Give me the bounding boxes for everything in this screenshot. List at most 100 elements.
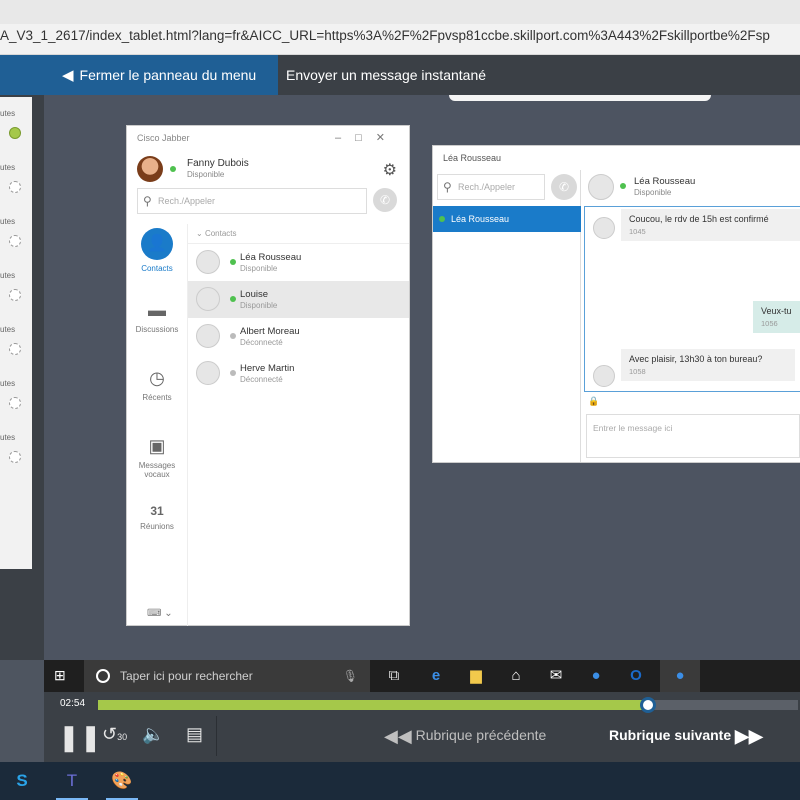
menu-panel-list: utes utes utes utes utes utes utes	[0, 97, 32, 569]
os-taskbar: S T 🎨	[0, 762, 800, 800]
tab-meetings[interactable]: 31 Réunions	[127, 504, 187, 531]
keyboard-icon[interactable]: ⌨ ⌄	[147, 608, 173, 619]
task-view-icon[interactable]: ⧉	[374, 660, 414, 692]
user-profile[interactable]: Fanny Dubois Disponible ⚙	[127, 150, 409, 184]
playback-time: 02:54	[60, 698, 86, 709]
presence-offline-icon	[230, 370, 236, 376]
tab-contacts[interactable]: 👤 Contacts	[127, 228, 187, 273]
close-menu-panel-button[interactable]: ◀ Fermer le panneau du menu	[0, 55, 278, 95]
tab-voicemail[interactable]: ▣ Messages vocaux	[127, 436, 187, 479]
menu-item[interactable]: utes	[0, 313, 32, 367]
chat-window-title: Léa Rousseau	[443, 153, 502, 163]
chat-icon: ▬	[148, 300, 166, 320]
jabber-titlebar: Cisco Jabber –□✕	[127, 126, 409, 150]
windows-taskbar: ⊞ Taper ici pour rechercher 🎙 ⧉ e ▆ ⌂ ✉ …	[44, 660, 800, 692]
jabber-window-title: Cisco Jabber	[137, 133, 190, 143]
jabber-active-icon[interactable]: ●	[660, 660, 700, 692]
skype-icon[interactable]: S	[2, 766, 42, 796]
chat-header: Léa Rousseau Disponible	[582, 170, 800, 204]
menu-item[interactable]: utes	[0, 259, 32, 313]
menu-item-label: utes	[0, 379, 16, 388]
menu-item-label: utes	[0, 433, 16, 442]
double-chevron-right-icon: ▶▶	[735, 726, 763, 746]
menu-item[interactable]: utes	[0, 151, 32, 205]
phone-icon[interactable]: ✆	[551, 174, 577, 200]
list-item[interactable]: Léa Rousseau Disponible	[188, 244, 409, 281]
conversation-name: Léa Rousseau	[451, 214, 510, 224]
player-controls: 02:54 ❚❚ ↺30 🔈 ▤ ◀◀ Rubrique précédente …	[44, 692, 800, 762]
menu-item[interactable]: utes	[0, 367, 32, 421]
replay-30-button[interactable]: ↺30	[102, 724, 127, 745]
conversation-list: ⚲ Rech./Appeler ✆ Léa Rousseau	[433, 170, 581, 462]
list-item[interactable]: Louise Disponible	[188, 281, 409, 318]
incomplete-status-icon	[9, 235, 21, 247]
list-item[interactable]: Albert Moreau Déconnecté	[188, 318, 409, 355]
gear-icon[interactable]: ⚙	[383, 160, 397, 180]
list-item[interactable]: Herve Martin Déconnecté	[188, 355, 409, 392]
outlook-icon[interactable]: O	[616, 660, 656, 692]
file-explorer-icon[interactable]: ▆	[456, 660, 496, 692]
phone-icon[interactable]: ✆	[373, 188, 397, 212]
incomplete-status-icon	[9, 451, 21, 463]
pause-icon[interactable]: ❚❚	[58, 722, 102, 753]
mail-icon[interactable]: ✉	[536, 660, 576, 692]
progress-handle[interactable]	[639, 697, 656, 713]
windows-start-icon[interactable]: ⊞	[54, 667, 66, 684]
presence-offline-icon	[230, 333, 236, 339]
message-input[interactable]: Entrer le message ici	[586, 414, 800, 458]
jabber-icon[interactable]: ●	[576, 660, 616, 692]
store-icon[interactable]: ⌂	[496, 660, 536, 692]
avatar	[196, 287, 220, 311]
search-call-input[interactable]: ⚲ Rech./Appeler	[137, 188, 367, 214]
previous-topic-label: Rubrique précédente	[415, 727, 547, 744]
course-header: ◀ Fermer le panneau du menu Envoyer un m…	[0, 55, 800, 95]
tab-label: Réunions	[140, 522, 174, 531]
message-time: 1045	[629, 227, 646, 236]
contacts-group-header[interactable]: ⌄ Contacts	[188, 224, 409, 244]
contact-name: Léa Rousseau	[240, 252, 302, 263]
voicemail-icon: ▣	[148, 436, 166, 456]
edge-icon[interactable]: e	[416, 660, 456, 692]
progress-bar[interactable]	[98, 697, 798, 713]
presence-available-icon	[230, 259, 236, 265]
microphone-icon[interactable]: 🎙	[343, 660, 358, 692]
paint-icon[interactable]: 🎨	[102, 766, 142, 800]
conversation-item[interactable]: Léa Rousseau	[433, 206, 581, 232]
avatar[interactable]	[588, 174, 614, 200]
completed-status-icon	[9, 127, 21, 139]
taskbar-search-input[interactable]: Taper ici pour rechercher 🎙	[84, 660, 370, 692]
volume-icon[interactable]: 🔈	[142, 724, 164, 745]
browser-address-bar[interactable]: A_V3_1_2617/index_tablet.html?lang=fr&AI…	[0, 0, 800, 55]
search-placeholder: Rech./Appeler	[158, 196, 216, 206]
progress-fill	[98, 700, 648, 710]
user-status[interactable]: Disponible	[187, 170, 224, 179]
lesson-title: Envoyer un message instantané	[286, 67, 487, 83]
calendar-icon: 31	[150, 504, 164, 518]
url-text[interactable]: A_V3_1_2617/index_tablet.html?lang=fr&AI…	[0, 28, 800, 43]
search-call-input[interactable]: ⚲ Rech./Appeler	[437, 174, 545, 200]
next-topic-button[interactable]: Rubrique suivante ▶▶	[609, 726, 763, 747]
message-text: Veux-tu	[761, 306, 792, 316]
incomplete-status-icon	[9, 343, 21, 355]
teams-icon[interactable]: T	[52, 766, 92, 800]
previous-topic-button[interactable]: ◀◀ Rubrique précédente	[384, 726, 546, 747]
contact-list: ⌄ Contacts Léa Rousseau Disponible Louis…	[187, 224, 409, 626]
menu-item[interactable]: utes	[0, 421, 32, 475]
menu-item[interactable]: utes	[0, 205, 32, 259]
message-text: Coucou, le rdv de 15h est confirmé	[629, 214, 769, 224]
avatar[interactable]	[137, 156, 163, 182]
tab-discussions[interactable]: ▬ Discussions	[127, 300, 187, 334]
presence-available-icon	[170, 166, 176, 172]
close-menu-panel-label: Fermer le panneau du menu	[79, 67, 257, 83]
message-incoming: Coucou, le rdv de 15h est confirmé 1045	[621, 209, 800, 241]
conversation-pane: Léa Rousseau Disponible Coucou, le rdv d…	[582, 170, 800, 462]
transcript-icon[interactable]: ▤	[186, 724, 203, 745]
clock-icon: ◷	[149, 368, 165, 388]
menu-item[interactable]: utes	[0, 97, 32, 151]
tab-recents[interactable]: ◷ Récents	[127, 368, 187, 402]
browser-tab-strip	[0, 0, 800, 24]
presence-available-icon	[230, 296, 236, 302]
window-controls[interactable]: –□✕	[335, 131, 399, 144]
chat-window: Léa Rousseau ⚲ Rech./Appeler ✆ Léa Rouss…	[432, 145, 800, 463]
message-history[interactable]: Coucou, le rdv de 15h est confirmé 1045 …	[584, 206, 800, 392]
